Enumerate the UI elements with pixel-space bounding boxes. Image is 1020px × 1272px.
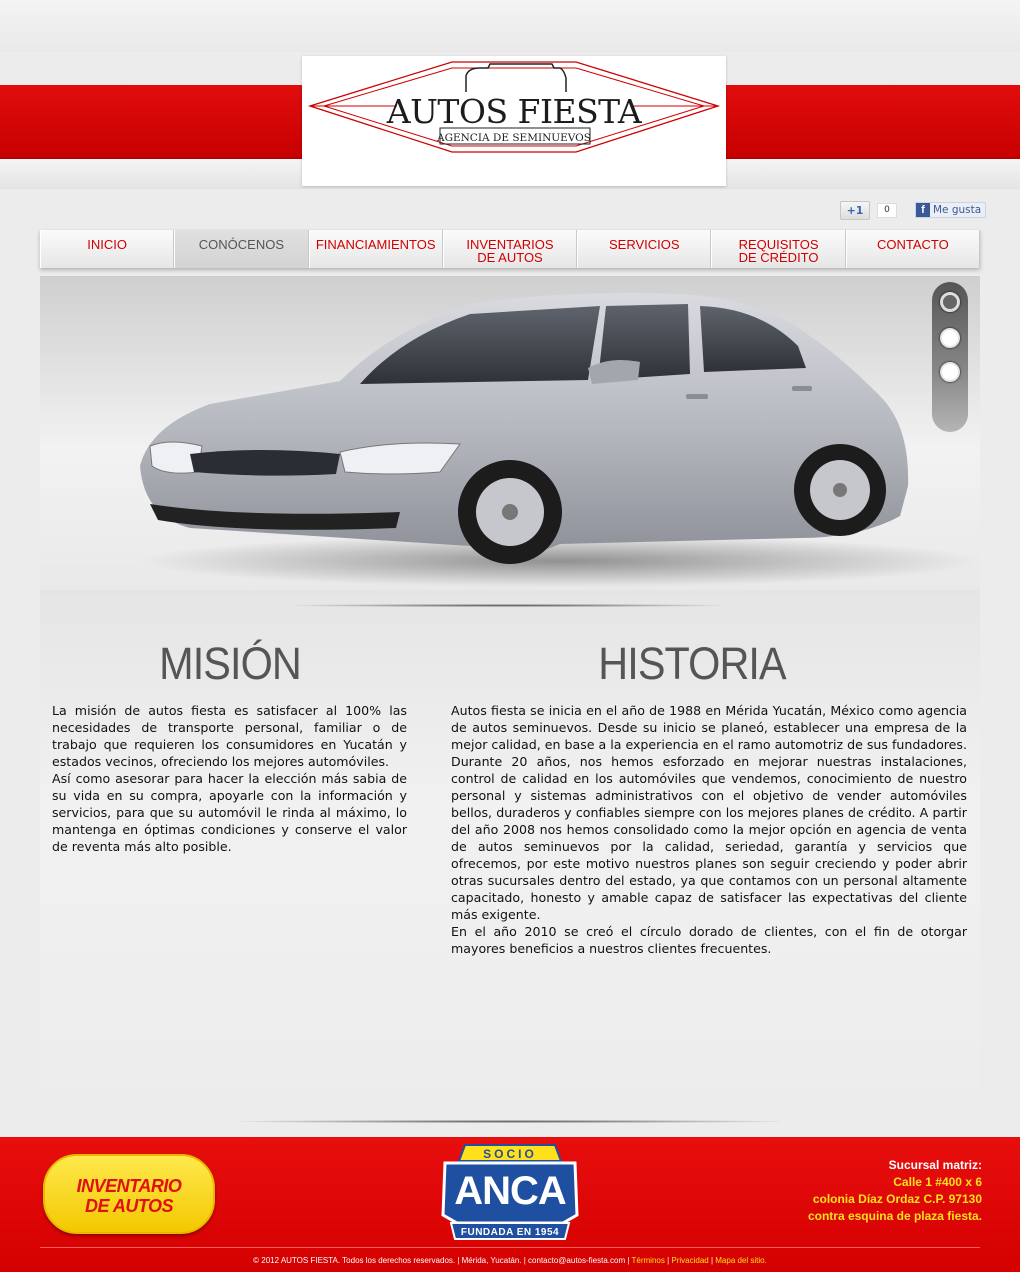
nav-item-conocenos[interactable]: CONÓCENOS: [174, 230, 309, 268]
sitemap-link[interactable]: Mapa del sitio.: [715, 1256, 767, 1265]
inventory-button[interactable]: INVENTARIO DE AUTOS: [43, 1154, 215, 1234]
address-line-3: contra esquina de plaza fiesta.: [807, 1209, 982, 1223]
top-strip: [0, 0, 1020, 52]
nav-item-contacto[interactable]: CONTACTO: [845, 230, 980, 268]
historia-text: Autos fiesta se inicia en el año de 1988…: [451, 703, 967, 956]
anca-name: ANCA: [454, 1169, 567, 1213]
slider-pagination: [932, 282, 968, 432]
nav-item-inventarios[interactable]: INVENTARIOS DE AUTOS: [442, 230, 578, 268]
nav-item-inicio[interactable]: INICIO: [40, 230, 175, 268]
address-line-1: Calle 1 #400 x 6: [893, 1175, 982, 1189]
content-divider-bottom: [240, 1120, 780, 1123]
logo-subtitle: AGENCIA DE SEMINUEVOS: [436, 132, 591, 144]
anca-badge[interactable]: SOCIO ANCA FUNDADA EN 1954: [437, 1143, 583, 1243]
historia-heading: HISTORIA: [598, 638, 786, 689]
address-line-2: colonia Díaz Ordaz C.P. 97130: [812, 1192, 982, 1206]
facebook-like-button[interactable]: f Me gusta: [915, 202, 987, 218]
main-nav: INICIO CONÓCENOS FINANCIAMIENTOS INVENTA…: [40, 230, 980, 268]
slider-dot-1[interactable]: [940, 292, 960, 312]
facebook-icon: f: [916, 203, 930, 217]
slider-dot-2[interactable]: [940, 328, 960, 348]
anca-founded: FUNDADA EN 1954: [460, 1227, 560, 1238]
nav-item-requisitos[interactable]: REQUISITOS DE CRÉDITO: [711, 230, 846, 268]
google-plus-count: 0: [877, 203, 897, 218]
silver-sedan-image: [140, 293, 980, 587]
mision-heading: MISIÓN: [159, 638, 302, 689]
footer-address: Sucursal matriz: Calle 1 #400 x 6 coloni…: [808, 1157, 982, 1225]
logo-title: AUTOS FIESTA: [386, 92, 642, 131]
slider-dot-3[interactable]: [940, 362, 960, 382]
privacy-link[interactable]: Privacidad: [671, 1256, 708, 1265]
mision-text: La misión de autos fiesta es satisfacer …: [52, 703, 407, 854]
terms-link[interactable]: Términos: [632, 1256, 665, 1265]
anca-socio-label: SOCIO: [483, 1147, 537, 1161]
google-plus-one-button[interactable]: +1: [840, 201, 870, 220]
nav-item-financiamientos[interactable]: FINANCIAMIENTOS: [308, 230, 443, 268]
footer-rule: [40, 1247, 980, 1248]
facebook-like-label: Me gusta: [933, 204, 982, 216]
hero-slider[interactable]: [40, 276, 980, 590]
nav-item-servicios[interactable]: SERVICIOS: [577, 230, 712, 268]
site-logo[interactable]: AUTOS FIESTA AGENCIA DE SEMINUEVOS: [302, 56, 726, 186]
footer-copyright: © 2012 AUTOS FIESTA. Todos los derechos …: [253, 1256, 767, 1265]
content-divider-top: [296, 604, 720, 607]
address-title: Sucursal matriz:: [888, 1158, 982, 1172]
copyright-text: © 2012 AUTOS FIESTA. Todos los derechos …: [253, 1256, 632, 1265]
